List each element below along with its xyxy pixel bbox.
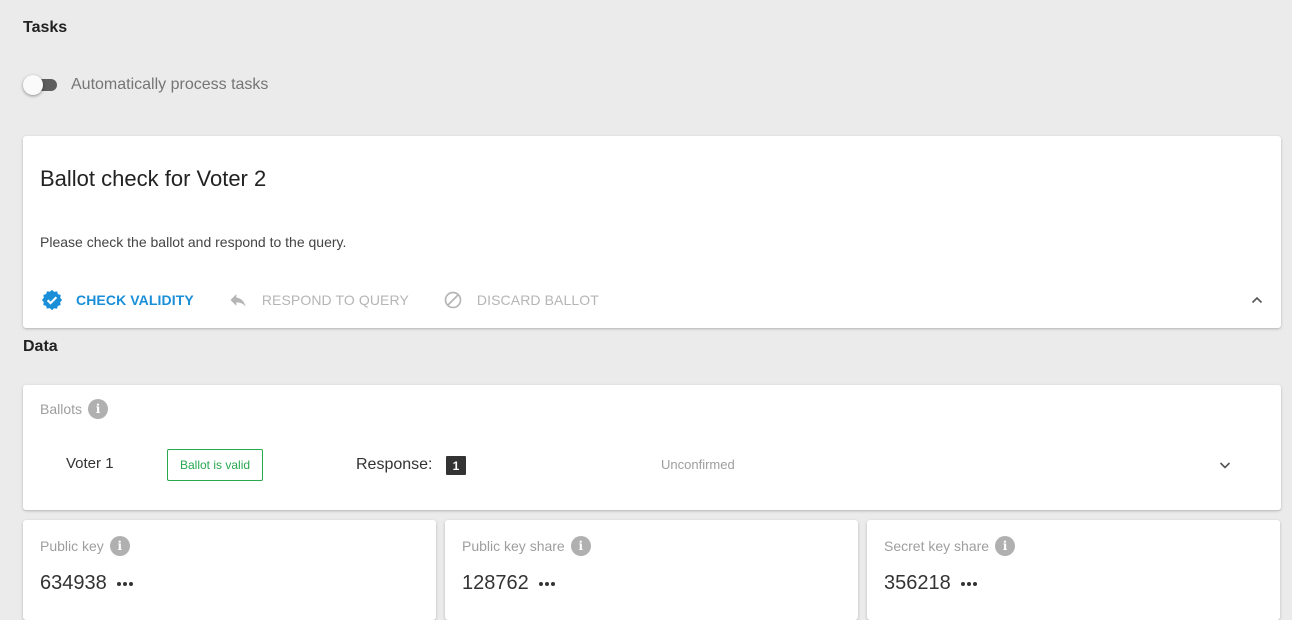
info-icon[interactable]: i [995, 536, 1016, 556]
public-key-share-card: Public key share i 128762 [445, 520, 858, 620]
info-icon[interactable]: i [88, 399, 109, 419]
info-icon[interactable]: i [109, 536, 130, 556]
reply-icon [226, 288, 250, 312]
info-icon[interactable]: i [570, 536, 591, 556]
auto-process-toggle[interactable] [23, 74, 59, 96]
public-key-label-row: Public key i [40, 536, 130, 556]
discard-ballot-label: DISCARD BALLOT [476, 292, 599, 308]
check-validity-label: CHECK VALIDITY [76, 292, 194, 308]
voter-name: Voter 1 [66, 455, 114, 472]
public-key-value: 634938 [40, 572, 107, 594]
response-value: 1 [446, 456, 466, 475]
public-key-share-label: Public key share [462, 538, 565, 554]
more-horizontal-icon[interactable] [960, 581, 979, 586]
public-key-share-label-row: Public key share i [462, 536, 591, 556]
secret-key-share-card: Secret key share i 356218 [867, 520, 1280, 620]
secret-key-share-value: 356218 [884, 572, 951, 594]
block-icon [441, 288, 465, 312]
discard-ballot-button[interactable]: DISCARD BALLOT [441, 288, 599, 312]
respond-to-query-label: RESPOND TO QUERY [261, 292, 409, 308]
task-actions: CHECK VALIDITY RESPOND TO QUERY DISCARD … [40, 288, 631, 312]
chevron-up-icon[interactable] [1249, 292, 1265, 308]
public-key-share-value-row: 128762 [462, 572, 557, 595]
secret-key-share-value-row: 356218 [884, 572, 979, 595]
task-title: Ballot check for Voter 2 [40, 166, 267, 191]
public-key-card: Public key i 634938 [23, 520, 436, 620]
ballots-label-row: Ballots i [40, 399, 109, 419]
ballot-valid-badge: Ballot is valid [167, 449, 264, 481]
task-description: Please check the ballot and respond to t… [40, 234, 347, 250]
verified-badge-icon [40, 288, 64, 312]
data-section-title: Data [23, 338, 58, 355]
secret-key-share-label: Secret key share [884, 538, 990, 554]
public-key-value-row: 634938 [40, 572, 135, 595]
auto-process-label: Automatically process tasks [71, 76, 269, 93]
secret-key-share-label-row: Secret key share i [884, 536, 1016, 556]
more-horizontal-icon[interactable] [538, 581, 557, 586]
respond-to-query-button[interactable]: RESPOND TO QUERY [226, 288, 409, 312]
ballot-status: Unconfirmed [661, 457, 735, 472]
ballots-label: Ballots [40, 401, 83, 417]
task-card: Ballot check for Voter 2 Please check th… [23, 136, 1281, 328]
public-key-label: Public key [40, 538, 104, 554]
response-label: Response: [356, 456, 433, 473]
auto-process-toggle-row[interactable]: Automatically process tasks [23, 74, 268, 96]
ballots-card: Ballots i Voter 1 Ballot is valid Respon… [23, 385, 1281, 510]
tasks-section-title: Tasks [23, 19, 68, 36]
check-validity-button[interactable]: CHECK VALIDITY [40, 288, 194, 312]
chevron-down-icon[interactable] [1217, 457, 1233, 473]
public-key-share-value: 128762 [462, 572, 529, 594]
ballot-row[interactable]: Voter 1 Ballot is valid Response: 1 Unco… [23, 445, 1281, 485]
more-horizontal-icon[interactable] [116, 581, 135, 586]
